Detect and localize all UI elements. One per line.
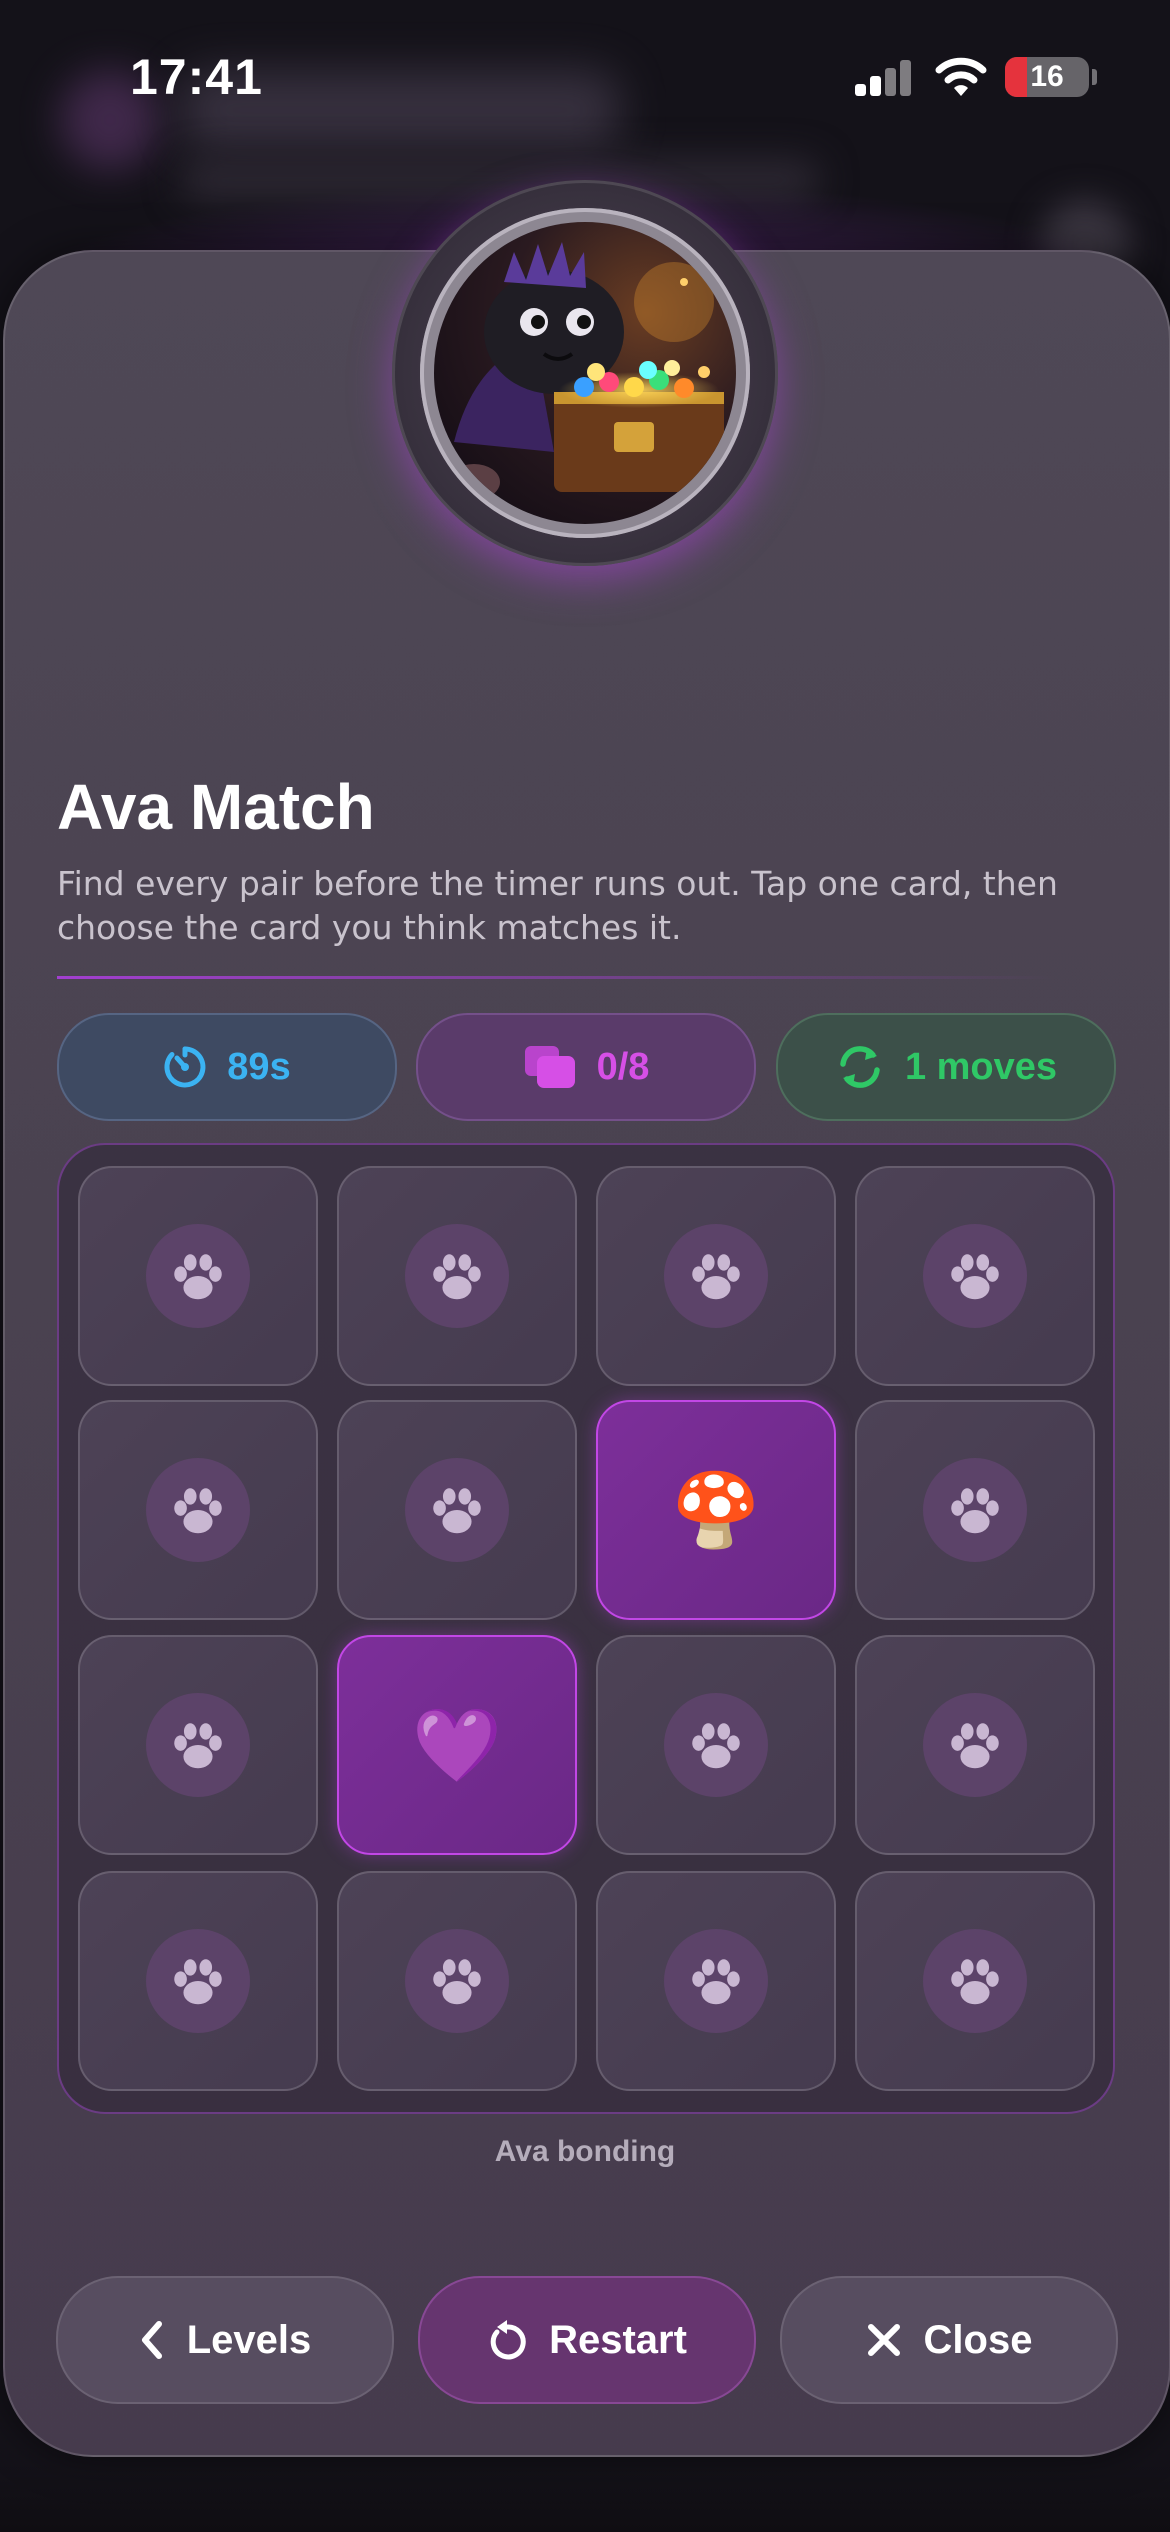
- paw-icon: [923, 1929, 1027, 2033]
- paw-icon: [146, 1929, 250, 2033]
- paw-icon: [146, 1693, 250, 1797]
- memory-card[interactable]: [337, 1871, 577, 2091]
- pairs-value: 0/8: [596, 1045, 650, 1088]
- memory-card[interactable]: 💜: [337, 1635, 577, 1855]
- paw-icon: [405, 1929, 509, 2033]
- timer-icon: [164, 1046, 206, 1088]
- memory-card[interactable]: [78, 1635, 318, 1855]
- timer-value: 89s: [227, 1045, 291, 1088]
- home-indicator-area: [0, 2462, 1170, 2532]
- restart-icon: [490, 2320, 526, 2360]
- paw-icon: [664, 1693, 768, 1797]
- memory-card[interactable]: [78, 1871, 318, 2091]
- board-caption: Ava bonding: [494, 2135, 676, 2168]
- paw-icon: [664, 1224, 768, 1328]
- memory-card[interactable]: [78, 1400, 318, 1620]
- card-face: 💜: [412, 1703, 502, 1787]
- timer-pill: 89s: [57, 1013, 397, 1121]
- header-divider: [57, 976, 1057, 979]
- refresh-icon: [840, 1046, 880, 1088]
- restart-label: Restart: [549, 2317, 687, 2362]
- memory-card[interactable]: [855, 1166, 1095, 1386]
- paw-icon: [146, 1458, 250, 1562]
- memory-card[interactable]: [78, 1166, 318, 1386]
- paw-icon: [146, 1224, 250, 1328]
- cellular-signal-icon: [855, 60, 913, 96]
- moves-value: 1 moves: [904, 1045, 1058, 1088]
- status-time: 17:41: [130, 49, 263, 105]
- memory-card[interactable]: [596, 1871, 836, 2091]
- memory-card[interactable]: [596, 1166, 836, 1386]
- card-face: 🍄: [671, 1468, 761, 1552]
- paw-icon: [405, 1458, 509, 1562]
- memory-card[interactable]: [337, 1166, 577, 1386]
- status-bar: 17:41 16: [0, 0, 1170, 150]
- paw-icon: [923, 1458, 1027, 1562]
- memory-card[interactable]: [855, 1400, 1095, 1620]
- memory-card[interactable]: [596, 1635, 836, 1855]
- moves-pill: 1 moves: [776, 1013, 1116, 1121]
- paw-icon: [923, 1224, 1027, 1328]
- cards-icon: [524, 1046, 575, 1088]
- close-icon: [867, 2324, 900, 2356]
- battery-icon: 16: [1005, 57, 1089, 97]
- paw-icon: [405, 1224, 509, 1328]
- memory-card[interactable]: [855, 1635, 1095, 1855]
- dragon-treasure-image: [434, 222, 736, 524]
- memory-card[interactable]: [855, 1871, 1095, 2091]
- close-label: Close: [923, 2317, 1033, 2362]
- paw-icon: [664, 1929, 768, 2033]
- levels-label: Levels: [186, 2317, 312, 2362]
- wifi-icon: [935, 57, 987, 96]
- game-title: Ava Match: [57, 771, 375, 843]
- memory-card[interactable]: 🍄: [596, 1400, 836, 1620]
- battery-level: 16: [1030, 60, 1064, 93]
- memory-card[interactable]: [337, 1400, 577, 1620]
- avatar: [392, 180, 778, 566]
- restart-button[interactable]: Restart: [418, 2276, 756, 2404]
- close-button[interactable]: Close: [780, 2276, 1118, 2404]
- pairs-pill: 0/8: [416, 1013, 756, 1121]
- levels-button[interactable]: Levels: [56, 2276, 394, 2404]
- game-description: Find every pair before the timer runs ou…: [57, 864, 1058, 947]
- chevron-left-icon: [141, 2321, 162, 2359]
- paw-icon: [923, 1693, 1027, 1797]
